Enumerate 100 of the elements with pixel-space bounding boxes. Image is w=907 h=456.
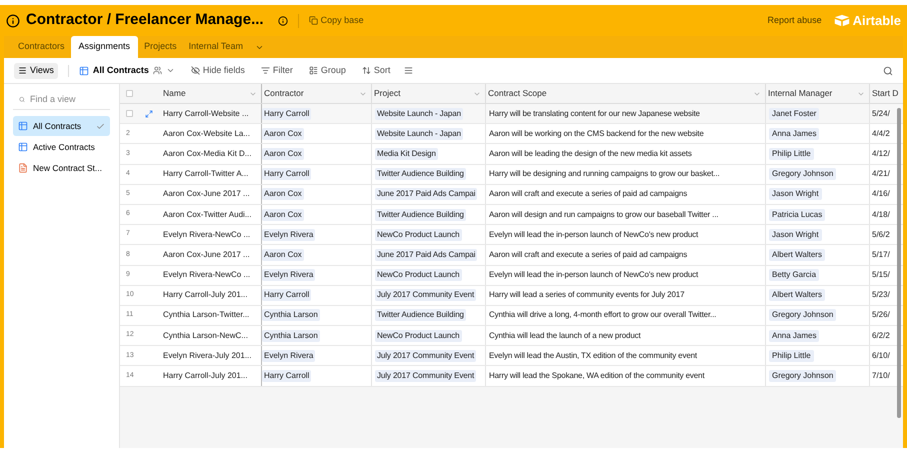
contractor-chip: Aaron Cox: [262, 248, 304, 261]
date-cell: 4/4/2: [872, 128, 890, 140]
expand-icon[interactable]: [145, 110, 153, 118]
grid-icon: [18, 121, 28, 131]
scope-cell: Aaron will craft and execute a series of paid ad campaigns: [489, 188, 688, 200]
select-all-checkbox[interactable]: [126, 90, 133, 97]
date-cell: 4/16/: [872, 188, 890, 200]
report-abuse-link[interactable]: Report abuse: [768, 14, 822, 28]
menu-icon: [18, 66, 27, 75]
scope-cell: Harry will be translating content for our new Japanese website: [489, 108, 700, 120]
contractor-chip: Cynthia Larson: [262, 309, 320, 322]
name-cell: Harry Carroll-July 201...: [163, 370, 248, 382]
row-checkbox[interactable]: [126, 110, 133, 118]
toolbar-button[interactable]: Sort: [362, 64, 390, 78]
name-cell: Harry Carroll-Website ...: [163, 108, 249, 120]
project-chip: NewCo Product Launch: [375, 228, 462, 241]
project-chip: Twitter Audience Building: [375, 208, 466, 221]
column-header[interactable]: Name: [161, 84, 261, 103]
caret-icon[interactable]: [254, 43, 264, 52]
search-icon: [19, 95, 25, 104]
contractor-chip: Harry Carroll: [262, 168, 312, 180]
contractor-chip: Aaron Cox: [262, 208, 304, 221]
group-icon: [308, 66, 318, 75]
date-cell: 4/21/: [872, 168, 890, 180]
contractor-chip: Harry Carroll: [262, 370, 312, 382]
column-header[interactable]: Contract Scope: [485, 84, 765, 103]
name-cell: Aaron Cox-June 2017 ...: [163, 188, 250, 200]
copy-base-button[interactable]: Copy base: [308, 14, 364, 28]
view-item[interactable]: New Contract St...: [13, 158, 110, 178]
contractor-chip: Harry Carroll: [262, 289, 312, 302]
table-tab[interactable]: Assignments: [70, 36, 138, 58]
project-chip: Website Launch - Japan: [375, 128, 463, 140]
toolbar-button[interactable]: Filter: [260, 64, 293, 78]
hide-icon: [190, 66, 200, 75]
views-button[interactable]: Views: [14, 62, 58, 78]
view-item[interactable]: Active Contracts: [13, 137, 110, 157]
scrollbar[interactable]: [897, 108, 901, 418]
people-icon: [152, 66, 162, 75]
date-cell: 4/18/: [872, 208, 890, 221]
column-header[interactable]: Internal Manager: [765, 84, 869, 103]
search-icon[interactable]: [883, 66, 893, 76]
table-tab[interactable]: Internal Team: [182, 36, 249, 58]
project-chip: July 2017 Community Event: [375, 350, 476, 362]
manager-chip: Betty Garcia: [769, 269, 820, 282]
column-header[interactable]: Contractor: [261, 84, 371, 103]
table-tab[interactable]: Contractors: [12, 36, 71, 58]
project-chip: Website Launch - Japan: [375, 108, 463, 120]
row-height-icon[interactable]: [404, 66, 414, 75]
scope-cell: Evelyn will lead the in-person launch of NewCo's new product: [489, 228, 698, 241]
form-icon: [18, 163, 28, 173]
view-item[interactable]: All Contracts: [13, 116, 110, 136]
manager-chip: Philip Little: [769, 350, 814, 362]
project-chip: June 2017 Paid Ads Campai: [375, 188, 478, 200]
scope-cell: Evelyn will lead the Austin, TX edition of the community event: [489, 350, 698, 362]
scope-cell: Harry will lead the Spokane, WA edition of the community event: [489, 370, 704, 382]
project-chip: NewCo Product Launch: [375, 269, 462, 282]
name-cell: Aaron Cox-Website La...: [163, 128, 250, 140]
find-view-field[interactable]: Find a view: [30, 92, 110, 106]
sort-icon: [362, 66, 371, 75]
date-cell: 5/23/: [872, 289, 890, 302]
date-cell: 4/12/: [872, 148, 890, 160]
scope-cell: Cynthia will lead the launch of a new product: [489, 330, 641, 342]
contractor-chip: Evelyn Rivera: [262, 228, 316, 241]
contractor-chip: Harry Carroll: [262, 108, 312, 120]
caret-icon: [166, 66, 175, 75]
project-chip: Twitter Audience Building: [375, 309, 466, 322]
date-cell: 6/2/2: [872, 330, 890, 342]
date-cell: 5/17/: [872, 248, 890, 261]
toolbar-button[interactable]: Group: [308, 64, 346, 78]
contractor-chip: Cynthia Larson: [262, 330, 320, 342]
manager-chip: Anna James: [769, 330, 820, 342]
name-cell: Evelyn Rivera-NewCo ...: [163, 228, 250, 241]
toolbar-button[interactable]: Hide fields: [190, 64, 245, 78]
contractor-chip: Aaron Cox: [262, 148, 304, 160]
column-header[interactable]: Start D: [869, 84, 903, 103]
date-cell: 5/26/: [872, 309, 890, 322]
contractor-chip: Aaron Cox: [262, 188, 304, 200]
view-selector[interactable]: All Contracts: [78, 64, 175, 78]
manager-chip: Albert Walters: [769, 289, 825, 302]
table-tab[interactable]: Projects: [138, 36, 183, 58]
contractor-chip: Aaron Cox: [262, 128, 304, 140]
name-cell: Harry Carroll-July 201...: [163, 289, 248, 302]
scope-cell: Aaron will be leading the design of the new media kit assets: [489, 148, 692, 160]
project-chip: NewCo Product Launch: [375, 330, 462, 342]
scope-cell: Harry will lead a series of community events for July 2017: [489, 289, 684, 302]
column-header[interactable]: Project: [371, 84, 485, 103]
manager-chip: Jason Wright: [769, 188, 822, 200]
copy-icon: [308, 16, 318, 25]
grid-icon: [18, 142, 28, 152]
name-cell: Aaron Cox-Twitter Audi...: [163, 208, 252, 221]
info-icon[interactable]: [278, 16, 288, 26]
scope-cell: Aaron will design and run campaigns to grow our baseball Twitter ...: [489, 208, 718, 221]
contractor-chip: Evelyn Rivera: [262, 350, 316, 362]
project-chip: June 2017 Paid Ads Campai: [375, 248, 478, 261]
project-chip: July 2017 Community Event: [375, 370, 476, 382]
manager-chip: Gregory Johnson: [769, 309, 836, 322]
name-cell: Harry Carroll-Twitter A...: [163, 168, 248, 180]
date-cell: 7/10/: [872, 370, 890, 382]
manager-chip: Gregory Johnson: [769, 168, 836, 180]
scope-cell: Aaron will craft and execute a series of paid ad campaigns: [489, 248, 688, 261]
